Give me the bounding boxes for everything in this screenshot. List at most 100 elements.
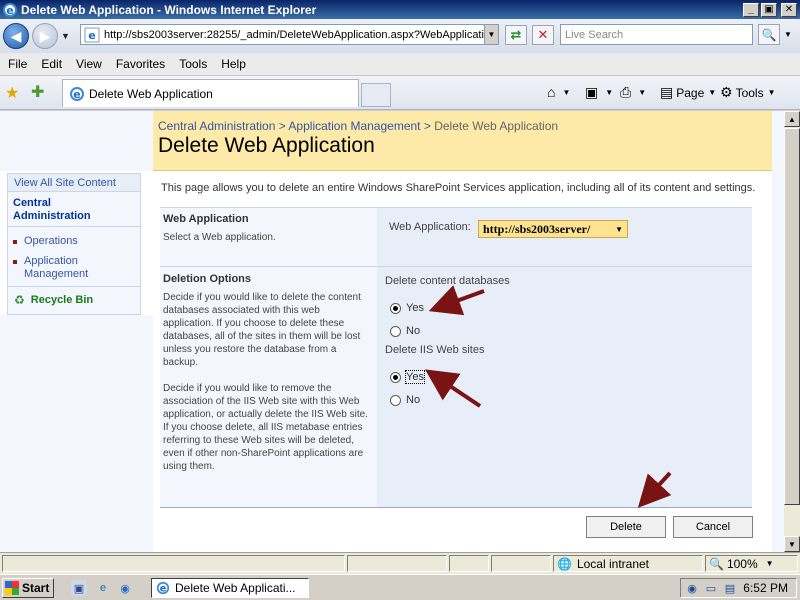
delete-iis-web-sites-label: Delete IIS Web sites — [385, 344, 485, 356]
content-db-yes-label: Yes — [406, 302, 424, 314]
tab-title: Delete Web Application — [89, 86, 213, 101]
iis-yes-radio[interactable]: Yes — [390, 370, 425, 384]
menu-help[interactable]: Help — [217, 57, 256, 71]
forward-button[interactable]: ▶ — [32, 23, 58, 49]
tray-network-icon[interactable]: ▭ — [703, 580, 719, 596]
central-administration-link[interactable]: Central Administration — [13, 197, 123, 223]
refresh-button[interactable]: ⇄ — [505, 25, 527, 45]
start-label: Start — [22, 581, 50, 595]
recycle-bin-label: Recycle Bin — [30, 294, 94, 306]
radio-unchecked-icon — [390, 394, 401, 406]
status-pane — [347, 555, 447, 572]
web-application-selected-value: http://sbs2003server/ — [483, 221, 591, 236]
close-button[interactable]: ✕ — [781, 2, 797, 17]
content-db-no-radio[interactable]: No — [390, 325, 420, 337]
search-options-dropdown-icon[interactable]: ▼ — [782, 24, 794, 45]
start-button[interactable]: Start — [2, 578, 54, 598]
stop-button[interactable]: ✕ — [532, 25, 554, 45]
menu-edit[interactable]: Edit — [37, 57, 72, 71]
nav-link-operations[interactable]: Operations — [24, 235, 124, 248]
search-button[interactable]: 🔍 — [758, 24, 780, 45]
tab-ie-icon: e — [70, 86, 84, 101]
bullet-icon — [13, 260, 17, 264]
outlook-quicklaunch-icon[interactable]: ◉ — [117, 580, 133, 596]
web-application-title: Web Application — [163, 213, 249, 225]
tray-app-icon[interactable]: ◉ — [684, 580, 700, 596]
forward-arrow-icon: ▶ — [39, 27, 51, 44]
page-menu-button[interactable]: ▤ Page ▼ — [660, 84, 716, 101]
print-button[interactable]: ⎙ ▼ — [620, 84, 646, 101]
search-input[interactable]: Live Search — [560, 24, 753, 45]
deletion-options-desc-content-db: Decide if you would like to delete the c… — [163, 292, 361, 368]
web-application-section-label: Web Application Select a Web application… — [160, 208, 377, 266]
scrollbar-thumb[interactable] — [784, 128, 800, 505]
scroll-down-icon[interactable]: ▼ — [784, 536, 800, 552]
svg-text:e: e — [88, 29, 95, 42]
content-db-yes-radio[interactable]: Yes — [390, 302, 424, 314]
recycle-bin-link[interactable]: ♻ Recycle Bin — [14, 293, 93, 307]
clock[interactable]: 6:52 PM — [743, 581, 788, 595]
add-favorites-icon[interactable]: ✚ — [31, 82, 44, 102]
minimize-button[interactable]: _ — [743, 2, 759, 17]
deletion-options-desc-iis: Decide if you would like to remove the a… — [163, 383, 368, 472]
new-tab-button[interactable] — [361, 83, 391, 107]
window-titlebar: e Delete Web Application - Windows Inter… — [0, 0, 800, 19]
tray-server-icon[interactable]: ▤ — [722, 580, 738, 596]
page-menu-label: Page — [676, 85, 705, 100]
web-application-field-label: Web Application: — [389, 221, 471, 233]
tools-menu-button[interactable]: ⚙ Tools ▼ — [720, 84, 776, 101]
menu-view[interactable]: View — [72, 57, 112, 71]
bullet-icon — [13, 240, 17, 244]
command-bar: ★ ✚ e Delete Web Application ⌂ ▼ ▣ ▼ ⎙ ▼ ▤ P… — [0, 76, 800, 110]
zoom-dropdown-icon[interactable]: ▼ — [766, 559, 774, 568]
breadcrumb-application-management[interactable]: Application Management — [288, 119, 420, 133]
radio-checked-icon — [390, 371, 401, 383]
status-text — [2, 555, 345, 572]
web-application-select[interactable]: http://sbs2003server/ ▼ — [478, 220, 628, 238]
maximize-button[interactable]: ▣ — [761, 2, 777, 17]
menu-tools[interactable]: Tools — [175, 57, 217, 71]
vertical-scrollbar[interactable]: ▲ ▼ — [784, 111, 800, 552]
internet-explorer-quicklaunch-icon[interactable]: e — [95, 580, 111, 596]
cancel-button[interactable]: Cancel — [673, 516, 753, 538]
feeds-dropdown-icon[interactable]: ▼ — [605, 88, 613, 97]
breadcrumb-separator: > — [278, 119, 286, 133]
home-button[interactable]: ⌂ ▼ — [547, 84, 570, 100]
page-dropdown-icon: ▼ — [708, 88, 717, 97]
iis-no-radio[interactable]: No — [390, 394, 420, 406]
taskbar: Start ▣ e ◉ e Delete Web Applicati... ◉ … — [0, 574, 800, 600]
nav-link-application-management[interactable]: Application Management — [24, 255, 124, 281]
menu-bar: File Edit View Favorites Tools Help — [0, 53, 800, 76]
deletion-options-section-control: Delete content databases Yes No Delete I… — [377, 267, 752, 507]
nav-divider — [8, 286, 140, 287]
address-dropdown-icon[interactable]: ▼ — [484, 25, 498, 44]
taskbar-ie-icon: e — [156, 581, 170, 595]
favorites-center-icon[interactable]: ★ — [5, 83, 19, 103]
breadcrumb-central-administration[interactable]: Central Administration — [158, 119, 275, 133]
history-dropdown-icon[interactable]: ▼ — [61, 31, 71, 41]
view-all-site-content-link[interactable]: View All Site Content — [8, 174, 140, 192]
taskbar-ie-window[interactable]: e Delete Web Applicati... — [151, 578, 309, 598]
address-bar[interactable]: e http://sbs2003server:28255/_admin/Dele… — [80, 24, 499, 45]
security-zone[interactable]: 🌐 Local intranet — [553, 555, 703, 572]
browser-tab[interactable]: e Delete Web Application — [62, 79, 359, 107]
iis-no-label: No — [406, 394, 421, 406]
feeds-button[interactable]: ▣ ▼ — [585, 84, 613, 101]
zoom-control[interactable]: 🔍 100% ▼ — [705, 555, 798, 572]
delete-button[interactable]: Delete — [586, 516, 666, 538]
svg-text:e: e — [73, 88, 80, 101]
back-button[interactable]: ◀ — [3, 23, 29, 49]
chevron-down-icon: ▼ — [615, 224, 623, 234]
scroll-up-icon[interactable]: ▲ — [784, 111, 800, 127]
deletion-options-section-label: Deletion Options Decide if you would lik… — [160, 267, 377, 507]
breadcrumb: Central Administration > Application Man… — [158, 119, 558, 133]
menu-file[interactable]: File — [4, 57, 37, 71]
print-dropdown-icon[interactable]: ▼ — [638, 88, 646, 97]
page-ie-icon: e — [84, 27, 100, 42]
home-dropdown-icon[interactable]: ▼ — [562, 88, 570, 97]
main-content: This page allows you to delete an entire… — [153, 171, 772, 552]
show-desktop-icon[interactable]: ▣ — [71, 580, 87, 596]
menu-favorites[interactable]: Favorites — [112, 57, 175, 71]
address-url[interactable]: http://sbs2003server:28255/_admin/Delete… — [104, 29, 484, 41]
quick-launch: View All Site Content Central Administra… — [7, 173, 141, 315]
